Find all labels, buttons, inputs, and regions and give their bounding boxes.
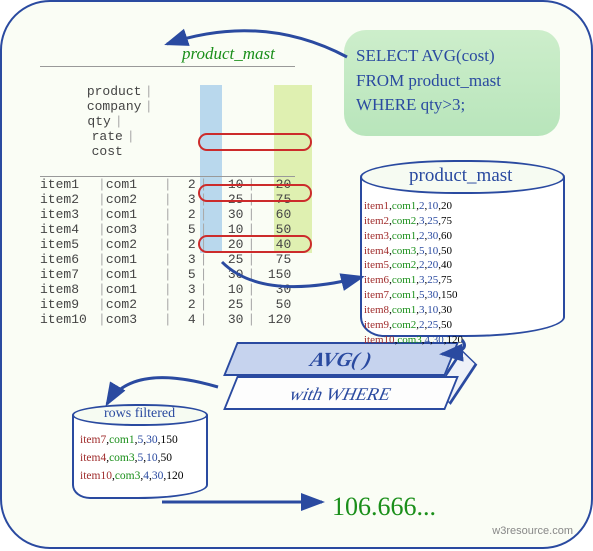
record: item7,com1,5,30,150 xyxy=(80,432,184,450)
table-row: item3|com1|2|30|60 xyxy=(40,207,295,222)
th-rate: rate xyxy=(87,129,127,144)
record: item6,com1,3,25,75 xyxy=(364,273,458,288)
sql-line-1: SELECT AVG(cost) xyxy=(356,44,548,69)
highlight-oval-row-item10 xyxy=(198,235,312,253)
table-row: item8|com1|3|10|30 xyxy=(40,282,295,297)
record: item4,com3,5,10,50 xyxy=(364,244,468,259)
avg-function-box: AVG( ) with WHERE xyxy=(218,342,464,414)
avg-clause-label: with WHERE xyxy=(223,376,459,410)
th-cost: cost xyxy=(87,144,127,159)
table-row: item9|com2|2|25|50 xyxy=(40,297,295,312)
record: item8,com1,3,10,30 xyxy=(364,303,458,318)
db-cylinder-filtered-title: rows filtered xyxy=(104,406,175,422)
db-cylinder-full-data: item1,com1,2,10,20item2,com2,3,25,75item… xyxy=(364,199,564,347)
credit-text: w3resource.com xyxy=(492,525,573,537)
result-value: 106.666... xyxy=(332,492,436,522)
highlight-oval-row-item7 xyxy=(198,184,312,202)
sql-line-3: WHERE qty>3; xyxy=(356,93,548,118)
db-cylinder-full-title: product_mast xyxy=(409,165,512,187)
table-title: product_mast xyxy=(182,44,275,64)
record: item5,com2,2,20,40 xyxy=(364,258,468,273)
sql-query-box: SELECT AVG(cost) FROM product_mast WHERE… xyxy=(344,30,560,136)
table-row: item7|com1|5|30|150 xyxy=(40,267,295,282)
record: item3,com1,2,30,60 xyxy=(364,229,468,244)
highlight-oval-row-item4 xyxy=(198,133,312,151)
th-product: product xyxy=(87,84,145,99)
th-qty: qty xyxy=(87,114,115,129)
record: item2,com2,3,25,75 xyxy=(364,214,468,229)
record: item9,com2,2,25,50 xyxy=(364,318,458,333)
db-cylinder-filtered-data: item7,com1,5,30,150item4,com3,5,10,50ite… xyxy=(80,432,184,485)
table-row: item10|com3|4|30|120 xyxy=(40,312,295,327)
sql-line-2: FROM product_mast xyxy=(356,69,548,94)
record: item4,com3,5,10,50 xyxy=(80,450,184,468)
table-row: item6|com1|3|25|75 xyxy=(40,252,295,267)
record: item1,com1,2,10,20 xyxy=(364,199,468,214)
record: item10,com3,4,30,120 xyxy=(80,468,184,486)
record: item7,com1,5,30,150 xyxy=(364,288,458,303)
record: item10,com3,4,30,120 xyxy=(364,333,458,348)
th-company: company xyxy=(87,99,145,114)
